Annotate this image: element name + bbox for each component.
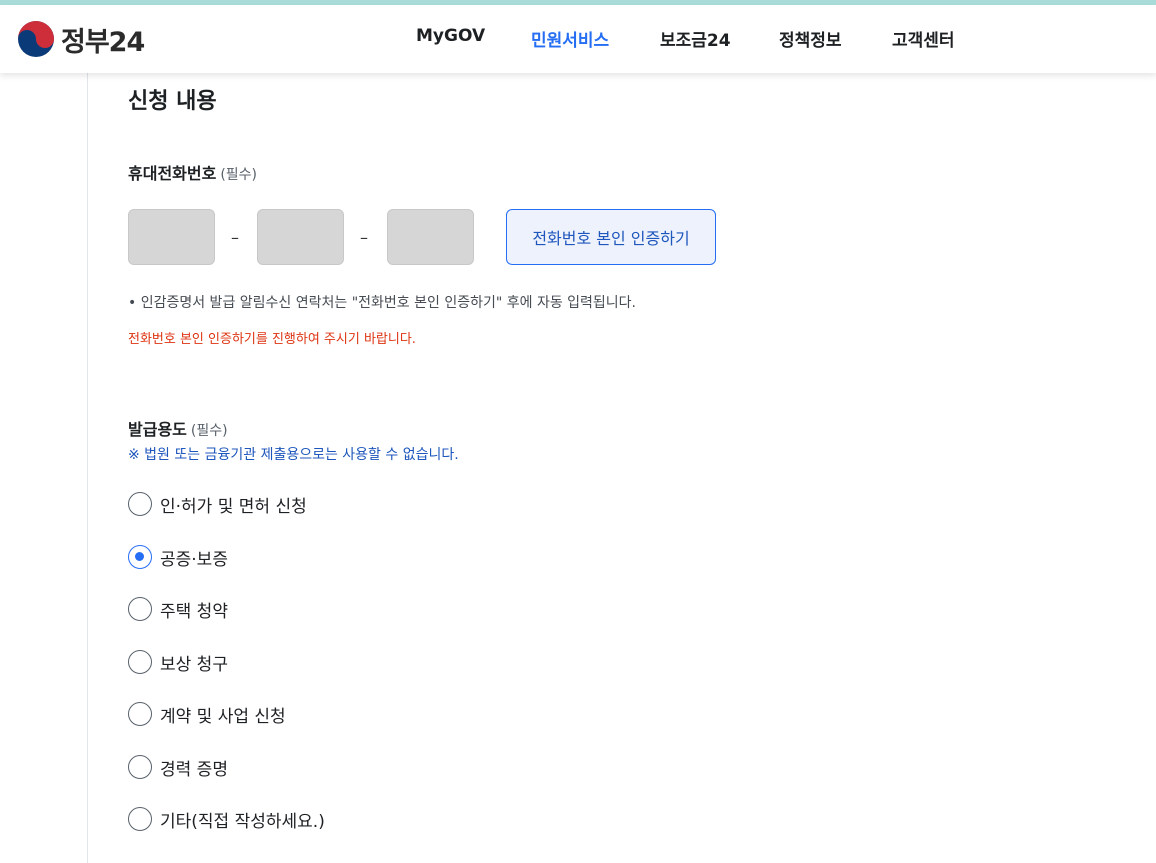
radio-unchecked[interactable] bbox=[128, 755, 152, 779]
phone-verify-button[interactable]: 전화번호 본인 인증하기 bbox=[506, 209, 716, 265]
phone-input-3[interactable] bbox=[387, 209, 474, 265]
content-left-border bbox=[87, 73, 88, 863]
main-nav: MyGOV 민원서비스 보조금24 정책정보 고객센터 bbox=[0, 26, 1156, 54]
phone-dash: – bbox=[360, 228, 368, 247]
phone-input-1[interactable] bbox=[128, 209, 215, 265]
radio-unchecked[interactable] bbox=[128, 807, 152, 831]
purpose-option-label: 보상 청구 bbox=[160, 654, 228, 675]
purpose-option-label: 경력 증명 bbox=[160, 759, 228, 780]
nav-item-policy-info[interactable]: 정책정보 bbox=[779, 26, 842, 51]
nav-item-customer-center[interactable]: 고객센터 bbox=[892, 26, 955, 51]
radio-unchecked[interactable] bbox=[128, 650, 152, 674]
purpose-option[interactable]: 계약 및 사업 신청 bbox=[128, 701, 286, 727]
purpose-option-label: 인·허가 및 면허 신청 bbox=[160, 496, 307, 517]
radio-checked[interactable] bbox=[128, 545, 152, 569]
radio-unchecked[interactable] bbox=[128, 597, 152, 621]
nav-item-subsidy24[interactable]: 보조금24 bbox=[660, 26, 731, 51]
purpose-option[interactable]: 인·허가 및 면허 신청 bbox=[128, 491, 307, 517]
required-marker: (필수) bbox=[190, 423, 228, 439]
purpose-option-label: 기타(직접 작성하세요.) bbox=[160, 811, 325, 832]
purpose-option[interactable]: 공증·보증 bbox=[128, 544, 228, 570]
required-marker: (필수) bbox=[220, 167, 258, 183]
phone-label-text: 휴대전화번호 bbox=[128, 164, 217, 183]
purpose-notice: ※ 법원 또는 금융기관 제출용으로는 사용할 수 없습니다. bbox=[128, 447, 459, 463]
purpose-label-text: 발급용도 bbox=[128, 420, 187, 439]
section-title: 신청 내용 bbox=[128, 89, 217, 114]
purpose-field-label: 발급용도 (필수) bbox=[128, 416, 228, 440]
purpose-option-label: 공증·보증 bbox=[160, 549, 228, 570]
purpose-option-label: 계약 및 사업 신청 bbox=[160, 706, 286, 727]
purpose-option[interactable]: 기타(직접 작성하세요.) bbox=[128, 806, 325, 832]
radio-unchecked[interactable] bbox=[128, 702, 152, 726]
nav-item-mygov[interactable]: MyGOV bbox=[416, 26, 485, 46]
site-header: 정부24 MyGOV 민원서비스 보조금24 정책정보 고객센터 bbox=[0, 5, 1156, 73]
nav-item-civil-service[interactable]: 민원서비스 bbox=[531, 26, 609, 51]
phone-field-label: 휴대전화번호 (필수) bbox=[128, 160, 257, 184]
purpose-option[interactable]: 보상 청구 bbox=[128, 649, 228, 675]
radio-unchecked[interactable] bbox=[128, 492, 152, 516]
phone-note: • 인감증명서 발급 알림수신 연락처는 "전화번호 본인 인증하기" 후에 자… bbox=[128, 295, 637, 311]
purpose-option[interactable]: 경력 증명 bbox=[128, 754, 228, 780]
phone-input-2[interactable] bbox=[257, 209, 344, 265]
purpose-option[interactable]: 주택 청약 bbox=[128, 596, 228, 622]
phone-warning: 전화번호 본인 인증하기를 진행하여 주시기 바랍니다. bbox=[128, 332, 416, 347]
phone-dash: – bbox=[231, 228, 239, 247]
purpose-option-label: 주택 청약 bbox=[160, 601, 228, 622]
